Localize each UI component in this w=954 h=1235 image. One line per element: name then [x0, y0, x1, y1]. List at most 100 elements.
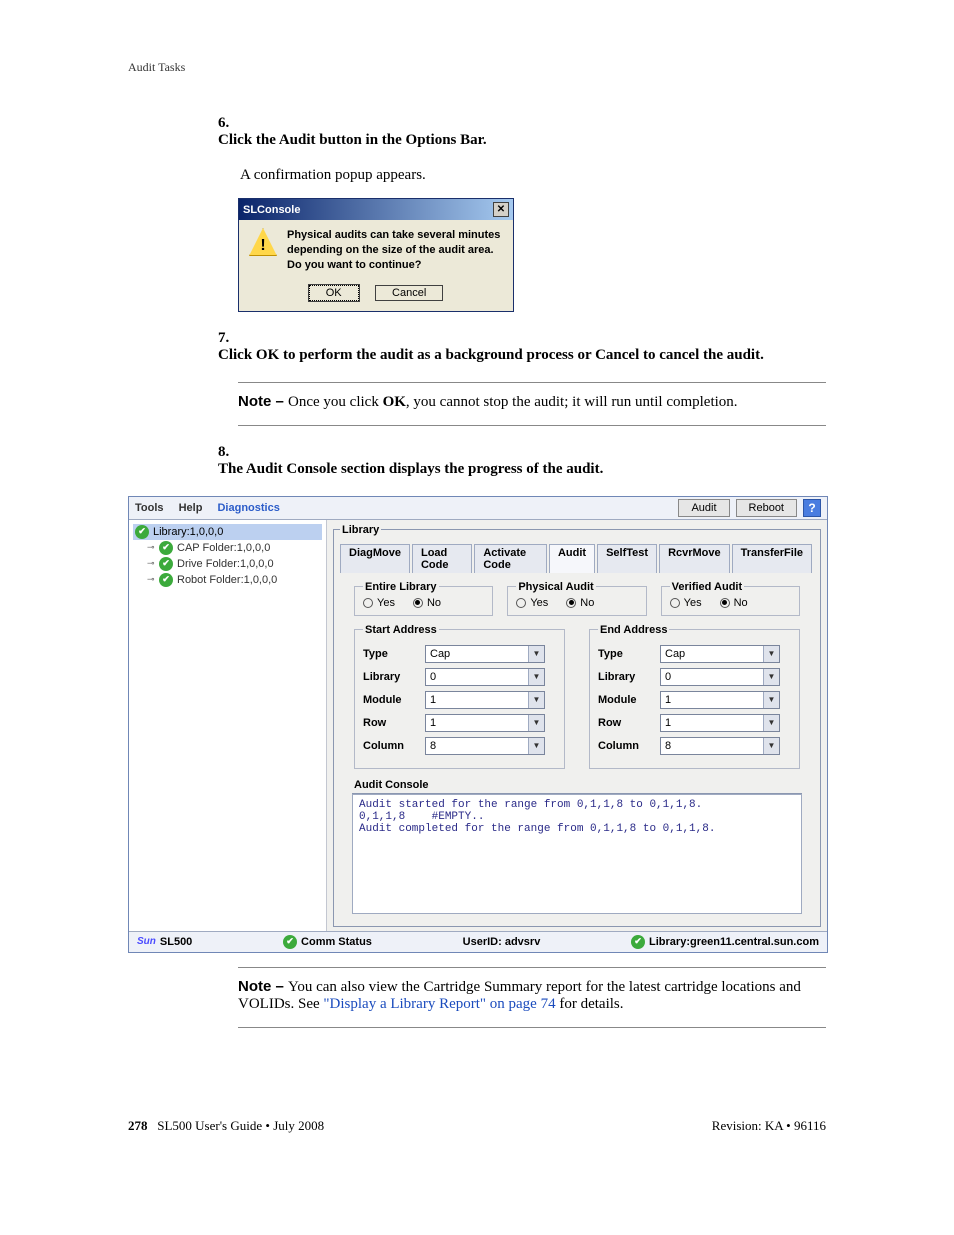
radio-label: Yes — [377, 597, 395, 609]
tab-diagmove[interactable]: DiagMove — [340, 544, 410, 573]
entire-library-legend: Entire Library — [363, 581, 439, 593]
menu-diagnostics[interactable]: Diagnostics — [217, 502, 279, 514]
warning-icon: ! — [249, 228, 277, 256]
physical-yes[interactable]: Yes — [516, 597, 548, 609]
chevron-down-icon: ▼ — [528, 669, 544, 685]
chevron-down-icon: ▼ — [528, 715, 544, 731]
tree-node-drive[interactable]: ⊸ ✔ Drive Folder:1,0,0,0 — [133, 556, 322, 572]
start-type-combo[interactable]: Cap ▼ — [425, 645, 545, 663]
audit-button[interactable]: Audit — [678, 499, 729, 517]
chevron-down-icon: ▼ — [528, 646, 544, 662]
library-legend: Library — [340, 524, 381, 536]
expander-icon[interactable]: ⊸ — [147, 558, 155, 569]
start-row-combo[interactable]: 1▼ — [425, 714, 545, 732]
verified-yes[interactable]: Yes — [670, 597, 702, 609]
close-icon[interactable]: ✕ — [493, 202, 509, 217]
physical-audit-fieldset: Physical Audit Yes No — [507, 581, 646, 616]
tree-label: Robot Folder:1,0,0,0 — [177, 574, 277, 586]
step-6-text: Click the Audit button in the Options Ba… — [218, 132, 868, 149]
menu-help[interactable]: Help — [179, 502, 203, 514]
comm-status: Comm Status — [301, 936, 372, 948]
end-library-combo[interactable]: 0▼ — [660, 668, 780, 686]
tree-node-cap[interactable]: ⊸ ✔ CAP Folder:1,0,0,0 — [133, 540, 322, 556]
physical-no[interactable]: No — [566, 597, 594, 609]
label-type: Type — [598, 648, 660, 660]
verified-audit-fieldset: Verified Audit Yes No — [661, 581, 800, 616]
menu-tools[interactable]: Tools — [135, 502, 164, 514]
verified-no[interactable]: No — [720, 597, 748, 609]
start-address-legend: Start Address — [363, 624, 439, 636]
chevron-down-icon: ▼ — [763, 715, 779, 731]
end-column-combo[interactable]: 8▼ — [660, 737, 780, 755]
tree-label: Drive Folder:1,0,0,0 — [177, 558, 274, 570]
divider — [238, 1027, 826, 1028]
chevron-down-icon: ▼ — [528, 738, 544, 754]
entire-yes[interactable]: Yes — [363, 597, 395, 609]
menubar: Tools Help Diagnostics Audit Reboot ? — [129, 497, 827, 520]
end-module-combo[interactable]: 1▼ — [660, 691, 780, 709]
reboot-button[interactable]: Reboot — [736, 499, 797, 517]
note-final-t2: for details. — [556, 996, 624, 1012]
label-library: Library — [598, 671, 660, 683]
user-id: UserID: advsrv — [463, 936, 541, 948]
end-address-fieldset: End Address TypeCap▼ Library0▼ Module1▼ … — [589, 624, 800, 769]
start-address-fieldset: Start Address TypeCap▼ Library0▼ Module1… — [354, 624, 565, 769]
dialog-line-3: Do you want to continue? — [287, 258, 500, 273]
combo-value: 8 — [665, 740, 671, 752]
help-icon[interactable]: ? — [803, 499, 821, 517]
model-label: SL500 — [160, 936, 192, 948]
combo-value: 0 — [665, 671, 671, 683]
slconsole-window: Tools Help Diagnostics Audit Reboot ? ✔ … — [128, 496, 828, 953]
start-library-combo[interactable]: 0▼ — [425, 668, 545, 686]
radio-icon — [413, 598, 423, 608]
note-7-bold: OK — [383, 394, 406, 410]
tab-selftest[interactable]: SelfTest — [597, 544, 657, 573]
entire-no[interactable]: No — [413, 597, 441, 609]
tree-label: CAP Folder:1,0,0,0 — [177, 542, 270, 554]
combo-value: 1 — [665, 694, 671, 706]
end-address-legend: End Address — [598, 624, 669, 636]
radio-label: Yes — [530, 597, 548, 609]
device-tree: ✔ Library:1,0,0,0 ⊸ ✔ CAP Folder:1,0,0,0… — [129, 520, 327, 931]
display-library-report-link[interactable]: "Display a Library Report" on page 74 — [323, 996, 555, 1012]
tree-node-robot[interactable]: ⊸ ✔ Robot Folder:1,0,0,0 — [133, 572, 322, 588]
combo-value: 1 — [665, 717, 671, 729]
verified-audit-legend: Verified Audit — [670, 581, 745, 593]
chevron-down-icon: ▼ — [528, 692, 544, 708]
start-column-combo[interactable]: 8▼ — [425, 737, 545, 755]
chevron-down-icon: ▼ — [763, 738, 779, 754]
radio-icon — [363, 598, 373, 608]
audit-console-title: Audit Console — [352, 779, 802, 794]
check-icon: ✔ — [159, 557, 173, 571]
cancel-button[interactable]: Cancel — [375, 285, 443, 301]
dialog-title: SLConsole — [243, 204, 300, 216]
tabs: DiagMove Load Code Activate Code Audit S… — [340, 544, 814, 573]
end-type-combo[interactable]: Cap▼ — [660, 645, 780, 663]
end-row-combo[interactable]: 1▼ — [660, 714, 780, 732]
label-column: Column — [363, 740, 425, 752]
expander-icon[interactable]: ⊸ — [147, 574, 155, 585]
radio-label: No — [580, 597, 594, 609]
check-icon: ✔ — [159, 541, 173, 555]
combo-value: Cap — [430, 648, 450, 660]
confirmation-dialog: SLConsole ✕ ! Physical audits can take s… — [238, 198, 514, 312]
tree-node-library[interactable]: ✔ Library:1,0,0,0 — [133, 524, 322, 540]
label-type: Type — [363, 648, 425, 660]
start-module-combo[interactable]: 1▼ — [425, 691, 545, 709]
tab-loadcode[interactable]: Load Code — [412, 544, 472, 573]
tab-transferfile[interactable]: TransferFile — [732, 544, 812, 573]
check-icon: ✔ — [159, 573, 173, 587]
note-7: Note – Once you click OK, you cannot sto… — [238, 393, 826, 411]
sun-logo: Sun — [137, 936, 156, 947]
label-library: Library — [363, 671, 425, 683]
radio-label: No — [427, 597, 441, 609]
expander-icon[interactable]: ⊸ — [147, 542, 155, 553]
ok-button[interactable]: OK — [309, 285, 359, 301]
tab-activatecode[interactable]: Activate Code — [474, 544, 547, 573]
tab-rcvrmove[interactable]: RcvrMove — [659, 544, 730, 573]
label-row: Row — [598, 717, 660, 729]
tab-audit[interactable]: Audit — [549, 544, 595, 573]
chevron-down-icon: ▼ — [763, 669, 779, 685]
console-line: Audit completed for the range from 0,1,1… — [359, 823, 715, 835]
divider — [238, 967, 826, 968]
